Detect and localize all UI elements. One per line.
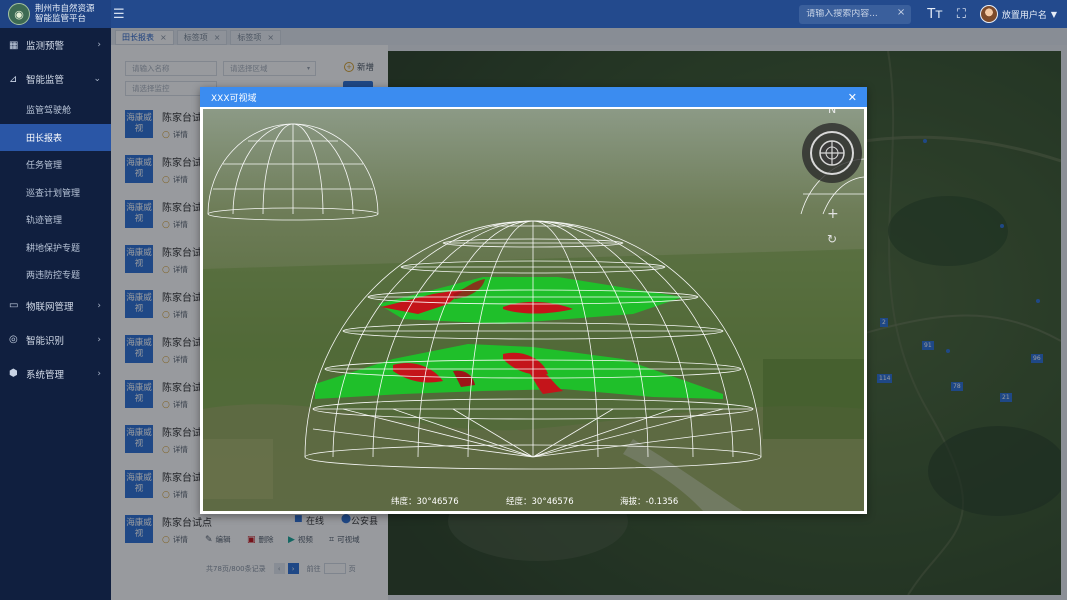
sidebar-subitem-field-report[interactable]: 田长报表: [0, 123, 111, 151]
sidebar: ▦ 监测预警 › ⊿ 智能监管 ⌄ 监管驾驶舱 田长报表 任务管理 巡查计划管理…: [0, 28, 111, 600]
menu-toggle-icon[interactable]: ☰: [113, 7, 125, 22]
global-search: ×: [799, 4, 912, 24]
viewshed-modal: XXX可视域 ✕ N + ↻ 纬度：30°46576 经度：30°46576 海…: [200, 87, 867, 514]
sidebar-subitem-patrol-plan[interactable]: 巡查计划管理: [0, 179, 111, 207]
sidebar-subitem-cockpit[interactable]: 监管驾驶舱: [0, 96, 111, 124]
chevron-right-icon: ›: [97, 334, 101, 345]
fullscreen-icon[interactable]: ⛶: [957, 7, 966, 22]
ai-recognize-icon: ◎: [9, 334, 18, 345]
chevron-down-icon[interactable]: ▼: [1051, 10, 1057, 19]
chevron-right-icon: ›: [97, 368, 101, 379]
sidebar-item-smart-supervision[interactable]: ⊿ 智能监管 ⌄: [0, 62, 111, 96]
sidebar-subitem-illegal-control[interactable]: 两违防控专题: [0, 261, 111, 289]
reset-view-icon[interactable]: ↻: [827, 232, 837, 246]
sidebar-item-label: 智能监管: [26, 75, 65, 86]
brand-title-line1: 荆州市自然资源: [35, 4, 95, 14]
sidebar-item-label: 监测预警: [26, 41, 65, 52]
sidebar-subitem-tasks[interactable]: 任务管理: [0, 151, 111, 179]
altitude-readout: 海拔：-0.1356: [620, 497, 679, 507]
top-bar: ◉ 荆州市自然资源 智能监管平台 ☰ × Tт ⛶ 放置用户名 ▼: [0, 0, 1067, 28]
chevron-down-icon: ⌄: [93, 74, 101, 84]
compass-north-label: N: [828, 109, 837, 116]
user-name[interactable]: 放置用户名: [1002, 8, 1047, 21]
brand-title-line2: 智能监管平台: [35, 14, 87, 24]
modal-title: XXX可视域: [211, 93, 257, 104]
iot-icon: ▭: [9, 300, 19, 311]
settings-icon: ⬢: [9, 368, 18, 379]
zoom-in-icon[interactable]: +: [827, 206, 839, 222]
modal-header: XXX可视域 ✕: [200, 87, 867, 107]
viewshed-3d-view[interactable]: N + ↻ 纬度：30°46576 经度：30°46576 海拔：-0.1356: [203, 109, 864, 511]
avatar[interactable]: [979, 5, 998, 23]
close-icon[interactable]: ✕: [848, 91, 857, 104]
latitude-readout: 纬度：30°46576: [391, 497, 459, 507]
longitude-readout: 经度：30°46576: [506, 497, 574, 507]
logo-icon: ◉: [8, 3, 30, 25]
brand: ◉ 荆州市自然资源 智能监管平台: [0, 0, 111, 28]
chart-icon: ⊿: [9, 73, 18, 85]
font-size-icon[interactable]: Tт: [927, 7, 943, 22]
brand-title: 荆州市自然资源 智能监管平台: [35, 4, 95, 24]
chevron-right-icon: ›: [97, 300, 101, 311]
sidebar-item-ai-recognize[interactable]: ◎ 智能识别 ›: [0, 323, 111, 357]
app-root: ◉ 荆州市自然资源 智能监管平台 ☰ × Tт ⛶ 放置用户名 ▼ ▦ 监测预警…: [0, 0, 1067, 600]
search-clear-icon[interactable]: ×: [897, 7, 905, 18]
sidebar-item-label: 系统管理: [26, 369, 65, 381]
monitor-alert-icon: ▦: [9, 39, 19, 51]
sidebar-item-monitor-alert[interactable]: ▦ 监测预警 ›: [0, 28, 111, 62]
search-input[interactable]: [799, 9, 890, 19]
sidebar-item-label: 物联网管理: [26, 301, 74, 313]
sidebar-item-settings[interactable]: ⬢ 系统管理 ›: [0, 357, 111, 391]
sidebar-subitem-track[interactable]: 轨迹管理: [0, 206, 111, 234]
sidebar-subitem-farmland[interactable]: 耕地保护专题: [0, 234, 111, 262]
sidebar-item-label: 智能识别: [26, 335, 65, 347]
chevron-right-icon: ›: [97, 40, 101, 50]
sidebar-item-iot[interactable]: ▭ 物联网管理 ›: [0, 289, 111, 323]
viewshed-scene: [203, 109, 864, 511]
header-actions: × Tт ⛶ 放置用户名 ▼: [799, 0, 1067, 28]
